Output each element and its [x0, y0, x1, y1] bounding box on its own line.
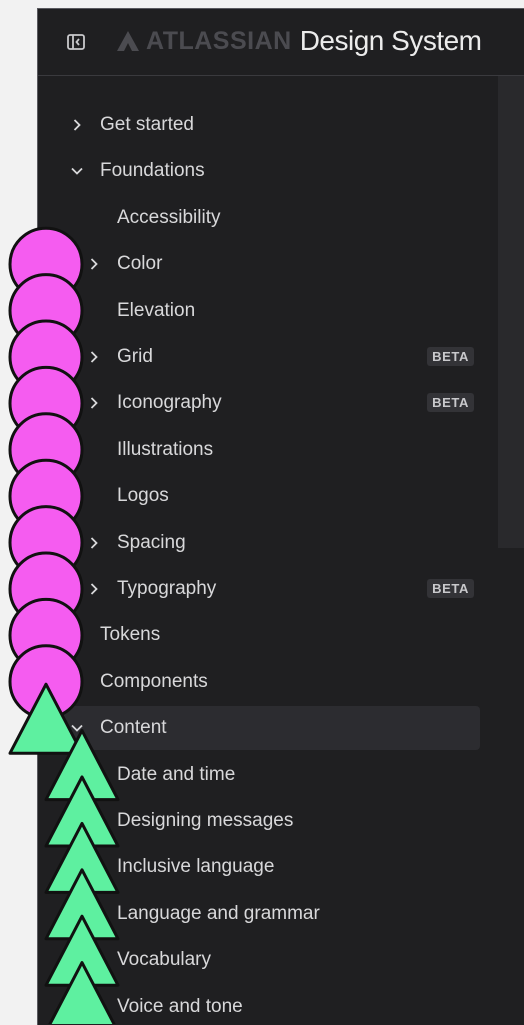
sidebar-item-color[interactable]: Color [58, 242, 480, 286]
atlassian-logo-icon [117, 31, 139, 51]
sidebar-item-label: Date and time [117, 763, 236, 785]
sidebar-item-label: Typography [117, 578, 217, 599]
sidebar-item-label: Language and grammar [117, 902, 320, 924]
chevron-right-icon[interactable] [70, 118, 84, 132]
sidebar-item-label: Elevation [117, 299, 196, 321]
sidebar-item-label: Grid [117, 346, 153, 367]
sidebar-collapse-icon[interactable] [66, 33, 86, 51]
top-header: ATLASSIAN Design System [38, 9, 524, 76]
chevron-right-icon[interactable] [87, 257, 101, 271]
sidebar-item-accessibility[interactable]: Accessibility [58, 196, 480, 240]
sidebar-item-label: Iconography [117, 392, 222, 414]
sidebar-item-label: Get started [100, 114, 194, 135]
sidebar-item-logos[interactable]: Logos [58, 474, 480, 518]
sidebar-item-label: Designing messages [117, 810, 294, 831]
sidebar-item-iconography[interactable]: Iconography BETA [58, 381, 480, 425]
app-window: ATLASSIAN Design System Get started Found… [37, 8, 524, 1025]
sidebar-item-spacing[interactable]: Spacing [58, 521, 480, 565]
sidebar-item-label: Inclusive language [117, 856, 275, 878]
scrollbar[interactable] [498, 76, 524, 548]
brand-link[interactable]: ATLASSIAN Design System [116, 23, 482, 59]
sidebar-item-label: Foundations [100, 160, 205, 182]
beta-badge: BETA [427, 347, 474, 366]
sidebar-item-get-started[interactable]: Get started [58, 103, 480, 147]
beta-badge: BETA [427, 579, 474, 598]
chevron-right-icon[interactable] [87, 350, 101, 364]
sidebar-item-inclusive-language[interactable]: Inclusive language [58, 845, 480, 889]
sidebar-item-language-and-grammar[interactable]: Language and grammar [58, 892, 480, 936]
beta-badge: BETA [427, 393, 474, 413]
chevron-down-icon[interactable] [70, 164, 84, 178]
sidebar-item-label: Content [100, 717, 167, 739]
sidebar-item-elevation[interactable]: Elevation [58, 289, 480, 333]
sidebar-item-vocabulary[interactable]: Vocabulary [58, 938, 480, 982]
sidebar-item-date-and-time[interactable]: Date and time [58, 753, 480, 797]
sidebar-item-grid[interactable]: Grid BETA [58, 335, 480, 379]
chevron-right-icon[interactable] [87, 396, 101, 410]
sidebar-item-foundations[interactable]: Foundations [58, 149, 480, 193]
chevron-down-icon[interactable] [70, 721, 84, 735]
sidebar-item-label: Voice and tone [117, 995, 243, 1017]
sidebar-item-content[interactable]: Content [58, 706, 480, 751]
sidebar-item-illustrations[interactable]: Illustrations [58, 428, 480, 472]
sidebar-item-label: Tokens [100, 624, 161, 646]
brand-product-name: Design System [299, 25, 482, 56]
sidebar-item-label: Spacing [117, 531, 186, 553]
sidebar-item-label: Accessibility [117, 206, 221, 228]
sidebar-item-voice-and-tone[interactable]: Voice and tone [58, 985, 480, 1025]
sidebar-item-label: Color [117, 253, 163, 275]
sidebar-item-designing-messages[interactable]: Designing messages [58, 799, 480, 843]
sidebar-item-tokens[interactable]: Tokens [58, 613, 480, 657]
sidebar-item-label: Components [100, 670, 208, 692]
sidebar-item-typography[interactable]: Typography BETA [58, 567, 480, 611]
chevron-right-icon[interactable] [87, 536, 101, 550]
sidebar-item-components[interactable]: Components [58, 660, 480, 704]
brand-company-name: ATLASSIAN [146, 26, 292, 55]
chevron-right-icon[interactable] [87, 582, 101, 596]
sidebar-item-label: Logos [117, 485, 169, 507]
sidebar-item-label: Illustrations [117, 438, 214, 460]
sidebar-item-label: Vocabulary [117, 949, 212, 971]
